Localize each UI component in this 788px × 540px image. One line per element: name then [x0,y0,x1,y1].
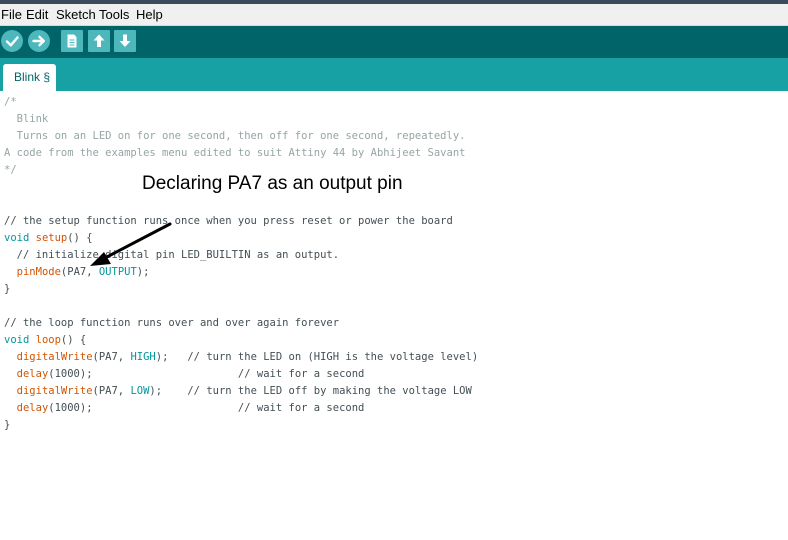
annotation-arrow [90,222,172,266]
